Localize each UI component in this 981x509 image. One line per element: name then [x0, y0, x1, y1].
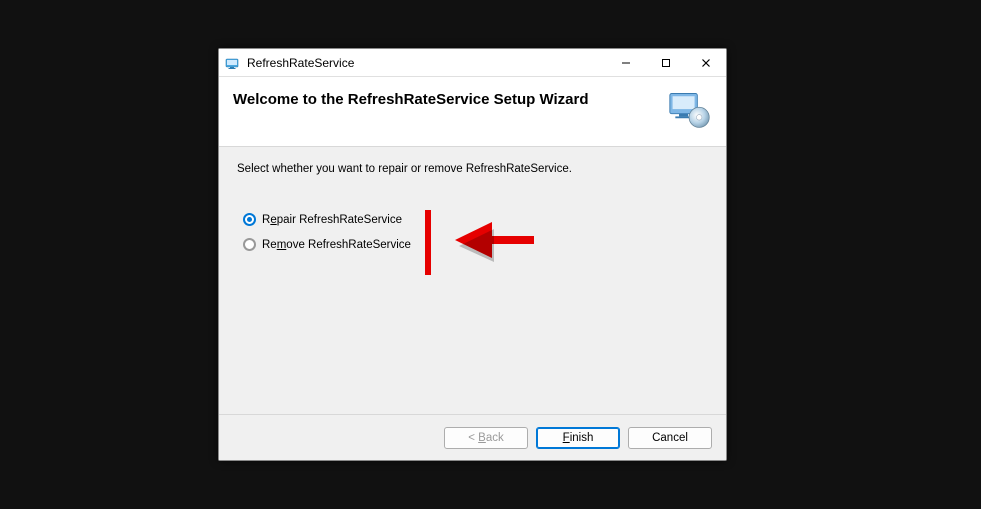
- installer-dialog: RefreshRateService Welcome to the Refres…: [218, 48, 727, 461]
- wizard-body: Select whether you want to repair or rem…: [219, 147, 726, 414]
- options-group: Repair RefreshRateService Remove Refresh…: [243, 213, 708, 263]
- radio-repair-label: Repair RefreshRateService: [262, 214, 402, 226]
- back-button: < Back: [444, 427, 528, 449]
- app-icon: [225, 55, 241, 71]
- minimize-button[interactable]: [606, 50, 646, 76]
- titlebar: RefreshRateService: [219, 49, 726, 77]
- radio-remove[interactable]: Remove RefreshRateService: [243, 238, 708, 251]
- wizard-footer: < Back Finish Cancel: [219, 414, 726, 460]
- setup-icon: [668, 89, 712, 131]
- radio-remove-input[interactable]: [243, 238, 256, 251]
- radio-repair-input[interactable]: [243, 213, 256, 226]
- maximize-button[interactable]: [646, 50, 686, 76]
- radio-repair[interactable]: Repair RefreshRateService: [243, 213, 708, 226]
- close-button[interactable]: [686, 50, 726, 76]
- instruction-text: Select whether you want to repair or rem…: [237, 163, 708, 175]
- window-controls: [606, 50, 726, 76]
- finish-button[interactable]: Finish: [536, 427, 620, 449]
- wizard-heading: Welcome to the RefreshRateService Setup …: [233, 91, 589, 108]
- cancel-button[interactable]: Cancel: [628, 427, 712, 449]
- window-title: RefreshRateService: [247, 56, 606, 70]
- radio-remove-label: Remove RefreshRateService: [262, 239, 411, 251]
- wizard-header: Welcome to the RefreshRateService Setup …: [219, 77, 726, 147]
